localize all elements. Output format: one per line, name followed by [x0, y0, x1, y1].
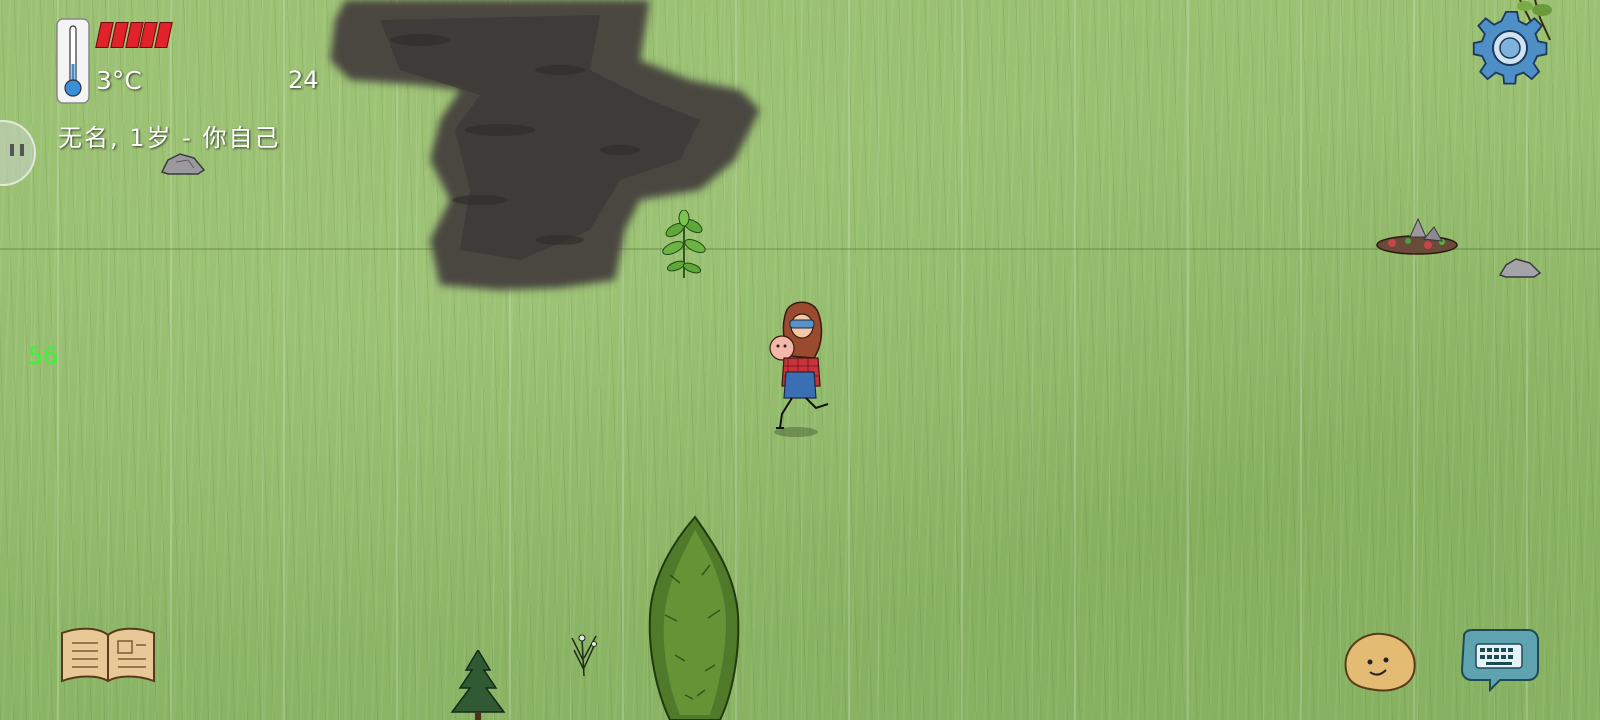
food-meter	[95, 22, 173, 48]
emote-face-icon[interactable]	[1340, 630, 1420, 694]
keyboard-chat-icon[interactable]	[1456, 628, 1540, 692]
pine-sapling[interactable]	[448, 650, 508, 720]
food-pip	[154, 22, 173, 48]
yum-counter: 24	[288, 66, 319, 94]
thermometer-icon	[56, 18, 90, 104]
sapling-plant[interactable]	[660, 210, 710, 280]
temperature-readout: 3°C	[96, 66, 142, 95]
gear-icon[interactable]	[1470, 8, 1550, 88]
juniper-tree[interactable]	[640, 515, 750, 720]
small-rock[interactable]	[1496, 255, 1546, 279]
player-character[interactable]	[768, 300, 840, 440]
game-world[interactable]: 3°C 24 无名, 1岁 - 你自己 56	[0, 0, 1600, 720]
small-rock[interactable]	[158, 150, 208, 176]
rubble-pile[interactable]	[1372, 215, 1462, 260]
fps-counter: 56	[28, 342, 59, 370]
player-name-label: 无名, 1岁 - 你自己	[58, 124, 281, 152]
book-icon[interactable]	[58, 625, 158, 685]
milkweed-plant[interactable]	[568, 630, 600, 678]
